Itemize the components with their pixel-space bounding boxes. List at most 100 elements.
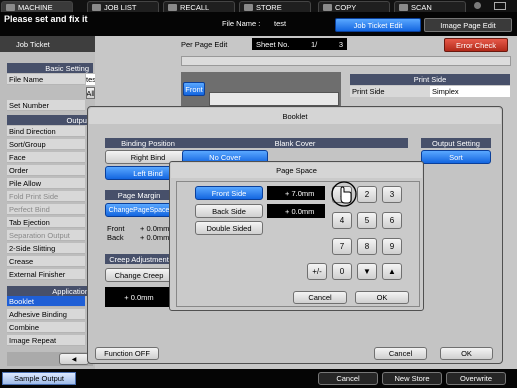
output-item[interactable]: Tab Ejection: [7, 217, 85, 228]
arrow-down-icon: ▼: [363, 267, 371, 276]
key-9[interactable]: 9: [382, 238, 402, 255]
sample-output-button[interactable]: Sample Output: [2, 372, 76, 385]
application-header: Application: [7, 286, 93, 296]
tab-recall[interactable]: RECALL: [163, 1, 235, 12]
function-off-button[interactable]: Function OFF: [95, 347, 159, 360]
job-ticket-title: Job Ticket: [0, 36, 95, 52]
key-5[interactable]: 5: [357, 212, 377, 229]
footer-cancel-button[interactable]: Cancel: [318, 372, 378, 385]
output-item[interactable]: Sort/Group: [7, 139, 85, 150]
tab-label: JOB LIST: [104, 2, 137, 12]
arrow-down-key[interactable]: ▼: [357, 263, 377, 280]
application-item[interactable]: Adhesive Binding: [7, 309, 85, 320]
plus-minus-key[interactable]: +/-: [307, 263, 327, 280]
output-item[interactable]: Pile Allow: [7, 178, 85, 189]
application-item[interactable]: Combine: [7, 322, 85, 333]
sheet-label: Sheet No.: [256, 39, 290, 49]
tab-machine[interactable]: MACHINE: [1, 1, 73, 12]
key-4[interactable]: 4: [332, 212, 352, 229]
back-margin-value: + 0.0mm: [140, 233, 170, 242]
arrow-up-key[interactable]: ▲: [382, 263, 402, 280]
output-item[interactable]: Face: [7, 152, 85, 163]
file-name-value: test: [274, 19, 287, 28]
touch-pointer-svg: [331, 181, 357, 207]
application-item[interactable]: Booklet: [7, 296, 85, 307]
recall-icon: [168, 3, 177, 11]
print-side-value: Simplex: [430, 86, 510, 97]
window-icon[interactable]: [494, 2, 506, 10]
booklet-cancel-button[interactable]: Cancel: [374, 347, 427, 360]
set-number-label[interactable]: Set Number: [7, 100, 85, 111]
page-space-ok-button[interactable]: OK: [355, 291, 409, 304]
scroll-left-button[interactable]: ◀: [59, 353, 89, 365]
footer-bar: Sample Output Cancel New Store Overwrite: [0, 369, 517, 388]
machine-icon: [6, 3, 15, 11]
copy-icon: [323, 3, 332, 11]
basic-setting-header: Basic Setting: [7, 63, 93, 73]
front-side-button[interactable]: Front Side: [195, 186, 263, 200]
change-page-space-button[interactable]: ChangePageSpace: [105, 203, 173, 217]
overwrite-button[interactable]: Overwrite: [446, 372, 506, 385]
job-ticket-edit-tab[interactable]: Job Ticket Edit: [335, 18, 421, 32]
output-item[interactable]: Order: [7, 165, 85, 176]
output-item[interactable]: Fold Print Side: [7, 191, 85, 202]
output-item[interactable]: Crease: [7, 256, 85, 267]
status-message: Please set and fix it: [4, 14, 88, 24]
scan-icon: [399, 3, 408, 11]
application-item[interactable]: Image Repeat: [7, 335, 85, 346]
tab-store[interactable]: STORE: [239, 1, 311, 12]
all-button[interactable]: All: [86, 87, 95, 99]
page-space-cancel-button[interactable]: Cancel: [293, 291, 347, 304]
front-margin-value: + 0.0mm: [140, 224, 170, 233]
booklet-title: Booklet: [89, 108, 501, 124]
page-margin-header: Page Margin: [105, 190, 173, 200]
job-list-icon: [92, 3, 101, 11]
tab-job-list[interactable]: JOB LIST: [87, 1, 159, 12]
per-page-edit-label: Per Page Edit: [181, 40, 228, 49]
error-check-button[interactable]: Error Check: [444, 38, 508, 52]
key-3[interactable]: 3: [382, 186, 402, 203]
creep-adjustment-header: Creep Adjustment: [105, 254, 173, 264]
sheet-number-display: Sheet No. 1/ 3: [252, 38, 347, 50]
tab-label: MACHINE: [18, 2, 53, 12]
file-name-label: File Name :: [222, 19, 261, 28]
file-name-value: test: [86, 74, 99, 85]
image-page-edit-tab[interactable]: Image Page Edit: [424, 18, 512, 32]
change-creep-button[interactable]: Change Creep: [105, 268, 173, 282]
key-0[interactable]: 0: [332, 263, 352, 280]
double-sided-button[interactable]: Double Sided: [195, 221, 263, 235]
front-page-button[interactable]: Front: [183, 82, 205, 96]
key-7[interactable]: 7: [332, 238, 352, 255]
output-item[interactable]: External Finisher: [7, 269, 85, 280]
tab-copy[interactable]: COPY: [318, 1, 390, 12]
key-6[interactable]: 6: [382, 212, 402, 229]
new-store-button[interactable]: New Store: [382, 372, 442, 385]
print-side-label[interactable]: Print Side: [350, 86, 430, 97]
binding-position-header: Binding Position: [105, 138, 191, 148]
blank-cover-header: Blank Cover: [182, 138, 408, 148]
booklet-ok-button[interactable]: OK: [440, 347, 493, 360]
key-8[interactable]: 8: [357, 238, 377, 255]
output-item[interactable]: 2-Side Slitting: [7, 243, 85, 254]
left-scroll-bar[interactable]: ◀: [7, 352, 93, 366]
back-side-button[interactable]: Back Side: [195, 204, 263, 218]
print-side-header: Print Side: [350, 74, 510, 85]
front-side-value: + 7.0mm: [267, 186, 325, 200]
page-space-title: Page Space: [171, 163, 422, 178]
store-icon: [244, 3, 253, 11]
output-item[interactable]: Separation Output: [7, 230, 85, 241]
tab-label: COPY: [335, 2, 357, 12]
tab-scan[interactable]: SCAN: [394, 1, 466, 12]
key-2[interactable]: 2: [357, 186, 377, 203]
top-tab-bar: MACHINE JOB LIST RECALL STORE COPY SCAN: [0, 0, 517, 12]
page-scroll-bar[interactable]: [181, 56, 511, 66]
file-name-label[interactable]: File Name: [7, 74, 85, 85]
output-item[interactable]: Perfect Bind: [7, 204, 85, 215]
tab-label: STORE: [256, 2, 282, 12]
creep-value: + 0.0mm: [105, 287, 173, 307]
output-item[interactable]: Bind Direction: [7, 126, 85, 137]
bell-icon[interactable]: [474, 2, 481, 9]
sort-button[interactable]: Sort: [421, 150, 491, 164]
sheet-current: 1/: [310, 39, 318, 49]
page-space-dialog: Page Space Front Side Back Side Double S…: [169, 161, 424, 311]
